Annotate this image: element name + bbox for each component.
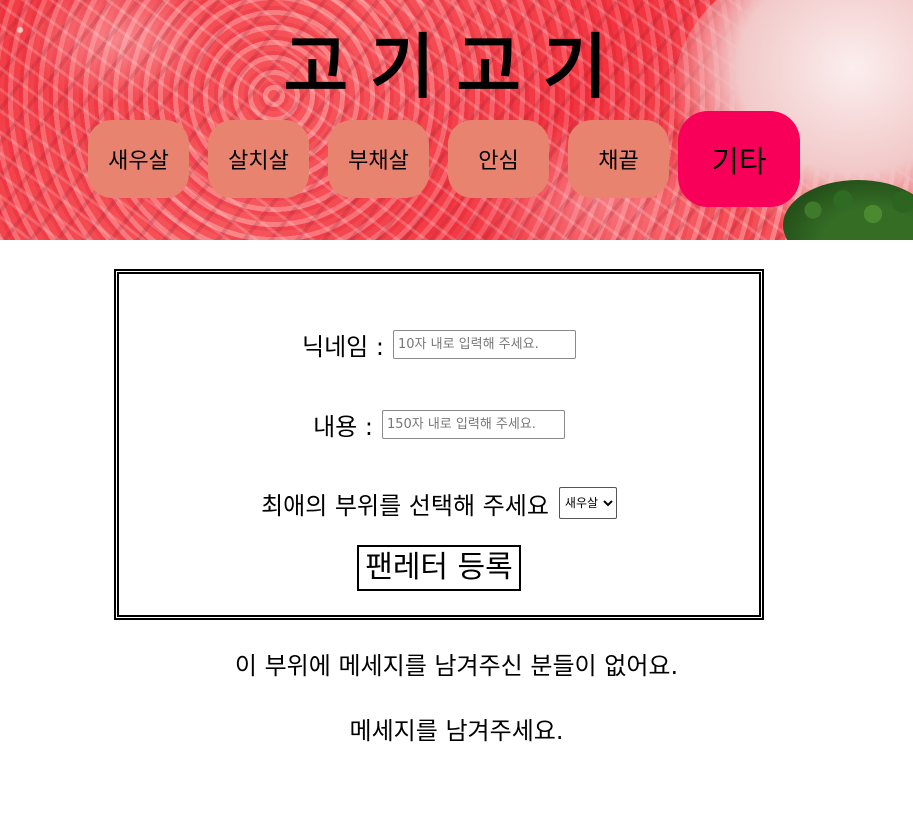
favorite-cut-select[interactable]: 새우살 xyxy=(558,487,617,519)
nickname-label: 닉네임 : xyxy=(302,332,384,361)
fan-letter-form: 닉네임 : 내용 : 최애의 부위를 선택해 주세요 새우살 팬레터 등록 xyxy=(114,269,764,620)
favorite-label: 최애의 부위를 선택해 주세요 xyxy=(261,491,549,520)
nav-button-buchaesal[interactable]: 부채살 xyxy=(328,120,429,198)
submit-row: 팬레터 등록 xyxy=(119,544,759,592)
category-nav: 새우살 살치살 부채살 안심 채끝 기타 xyxy=(0,0,913,240)
nav-button-saeusal[interactable]: 새우살 xyxy=(88,120,189,198)
favorite-row: 최애의 부위를 선택해 주세요 새우살 xyxy=(119,485,759,521)
empty-messages-notice: 이 부위에 메세지를 남겨주신 분들이 없어요. xyxy=(234,652,679,680)
nickname-input[interactable] xyxy=(392,329,576,359)
content-input[interactable] xyxy=(381,409,565,439)
content-label: 내용 : xyxy=(313,412,373,441)
leave-message-prompt: 메세지를 남겨주세요. xyxy=(349,717,564,745)
nickname-row: 닉네임 : xyxy=(119,326,759,362)
content-row: 내용 : xyxy=(119,406,759,442)
nav-button-ansim[interactable]: 안심 xyxy=(448,120,549,198)
register-fan-letter-button[interactable]: 팬레터 등록 xyxy=(357,545,521,591)
nav-button-chaekkeut[interactable]: 채끝 xyxy=(568,120,669,198)
nav-button-gita[interactable]: 기타 xyxy=(678,111,800,207)
nav-button-salchisal[interactable]: 살치살 xyxy=(208,120,309,198)
